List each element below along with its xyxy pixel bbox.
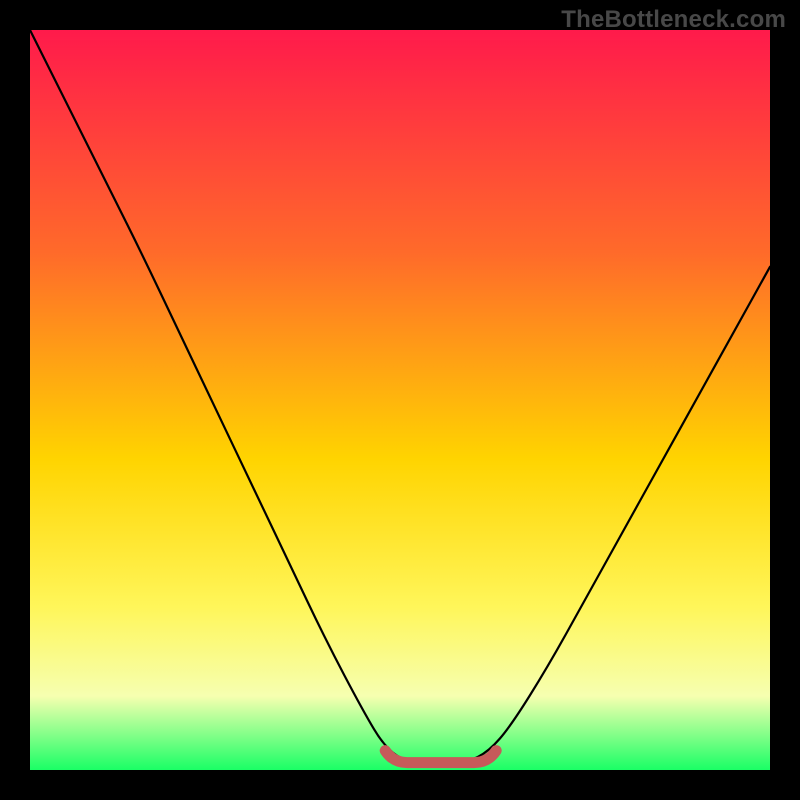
plot-area	[30, 30, 770, 770]
gradient-background	[30, 30, 770, 770]
chart-svg	[30, 30, 770, 770]
chart-frame: TheBottleneck.com	[0, 0, 800, 800]
watermark-text: TheBottleneck.com	[561, 6, 786, 34]
